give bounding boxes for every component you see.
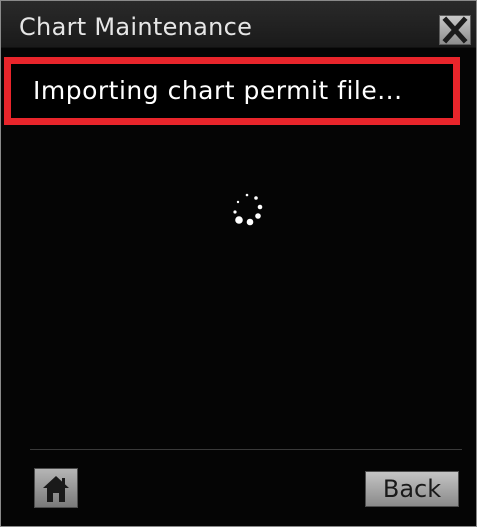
- back-button[interactable]: Back: [365, 471, 459, 507]
- footer-divider: [30, 449, 462, 450]
- home-icon: [43, 476, 69, 502]
- spinner-dot: [257, 204, 263, 210]
- close-button[interactable]: [439, 15, 471, 45]
- status-message: Importing chart permit file...: [33, 76, 403, 105]
- close-icon: [442, 16, 468, 44]
- dialog-title: Chart Maintenance: [19, 13, 253, 41]
- spinner-dot: [254, 196, 258, 200]
- chart-maintenance-dialog: Chart Maintenance Importing chart permit…: [0, 0, 477, 527]
- status-message-box: Importing chart permit file...: [4, 57, 460, 125]
- spinner-dot: [246, 218, 254, 226]
- spinner-dot: [245, 193, 249, 197]
- spinner-dot: [255, 213, 261, 219]
- loading-spinner-icon: [233, 193, 263, 226]
- spinner-dot: [236, 200, 240, 204]
- spinner-dot: [233, 210, 237, 214]
- title-bar: Chart Maintenance: [1, 1, 476, 48]
- home-button[interactable]: [34, 468, 78, 508]
- spinner-dot: [235, 216, 243, 224]
